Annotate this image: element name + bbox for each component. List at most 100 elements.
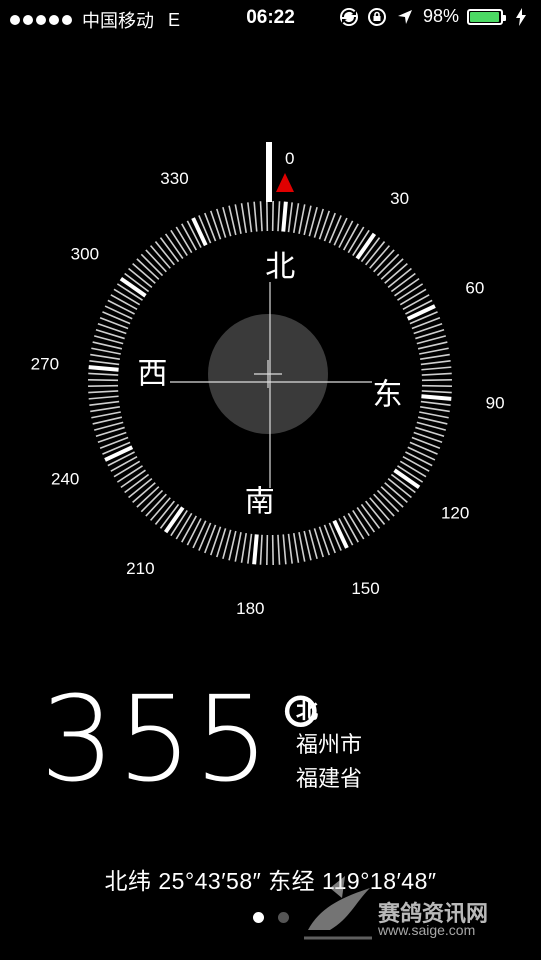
cardinal-south: 南 [245,485,275,520]
degree-label: 0 [285,149,294,168]
compass-tick [104,305,133,320]
compass-tick [406,304,436,321]
compass-tick [92,341,123,350]
compass-dial[interactable]: 0 30 60 90 120 150 180 210 240 270 300 330 北 东 南 西 [0,120,541,630]
page-dot-1[interactable] [252,912,264,923]
compass-tick [92,416,123,425]
compass-tick [411,436,441,449]
compass-tick [90,405,120,413]
compass-tick [271,534,274,565]
degree-label: 270 [31,354,59,373]
compass-tick [228,530,237,561]
location-info: 北 福州市 福建省 [296,694,362,796]
compass-tick [342,223,359,251]
compass-tick [234,204,242,234]
status-bar: 中国移动 E 06:22 98% [0,0,541,36]
charging-bolt-icon [511,7,531,27]
compass-tick [347,226,365,254]
compass-tick [88,384,119,387]
status-right: 98% [339,6,531,27]
compass-tick [420,360,451,366]
cardinal-east: 东 [373,377,403,412]
heading-degrees: 355° [40,670,333,808]
compass-tick [104,445,134,462]
compass-tick [421,372,452,376]
compass-tick [407,446,436,461]
compass-tick [88,379,119,382]
degree-label: 60 [465,278,484,297]
compass-tick [411,317,441,330]
compass-tick [113,460,141,478]
compass-tick [89,400,120,406]
heading-indicator-line [266,142,272,202]
compass-tick [399,288,427,306]
degree-label: 150 [351,579,379,598]
compass-tick [421,379,452,382]
degree-label: 300 [71,244,99,263]
compass-tick [110,294,138,311]
compass-tick [198,522,212,551]
compass-tick [259,201,263,232]
battery-icon [467,8,506,25]
degree-label: 240 [51,470,79,489]
compass-tick [88,390,119,394]
compass-tick [204,212,217,242]
compass-tick [110,455,138,472]
degree-label: 120 [441,504,469,523]
compass-tick [88,372,119,376]
compass-tick [292,203,300,233]
compass-tick [99,436,129,449]
compass-tick [420,353,450,361]
compass-tick [186,518,202,546]
compass-tick [175,226,193,254]
watermark: 赛鸽资讯网 www.saige.com [300,868,520,948]
compass-tick [204,524,217,554]
compass-tick [88,365,119,372]
cardinal-north: 北 [265,249,295,284]
degree-label: 210 [126,559,154,578]
compass-tick [421,384,452,387]
compass-tick [181,223,198,251]
degree-label: 180 [236,599,264,618]
compass-tick [402,294,430,311]
compass-tick [347,512,365,540]
compass-tick [419,347,449,355]
compass-tick [328,215,342,244]
compass-tick [333,217,348,246]
compass-tick [420,400,451,406]
compass-tick [419,411,449,419]
compass-tick [91,411,121,419]
battery-percent: 98% [422,6,459,26]
compass-tick [181,515,198,543]
page-dot-2[interactable] [277,912,289,923]
compass-tick [89,360,120,366]
compass-tick [303,530,312,561]
compass-tick [91,347,121,355]
compass-tick [409,441,438,455]
compass-tick [281,201,288,232]
compass-tick [421,366,452,371]
compass-tick [259,534,263,565]
compass-tick [102,311,131,325]
pigeon-logo-icon [304,876,372,940]
compass-tick [90,353,120,361]
cardinal-west: 西 [137,357,167,392]
compass-tick [252,534,259,565]
compass-tick [191,217,208,247]
compass-tick [271,201,274,232]
heading-direction: 北 [296,698,319,723]
compass-tick [417,416,448,425]
degree-label: 90 [486,394,505,413]
compass-tick [175,512,193,540]
compass-tick [107,299,135,315]
compass-tick [247,202,253,233]
compass-tick [88,395,119,400]
city-name: 福州市 [296,732,363,757]
compass-tick [399,460,427,478]
compass-tick [420,405,450,413]
compass-tick [338,220,354,248]
compass-tick [192,520,207,549]
compass-tick [421,390,452,394]
compass-tick [303,205,312,236]
compass-tick [266,534,269,565]
